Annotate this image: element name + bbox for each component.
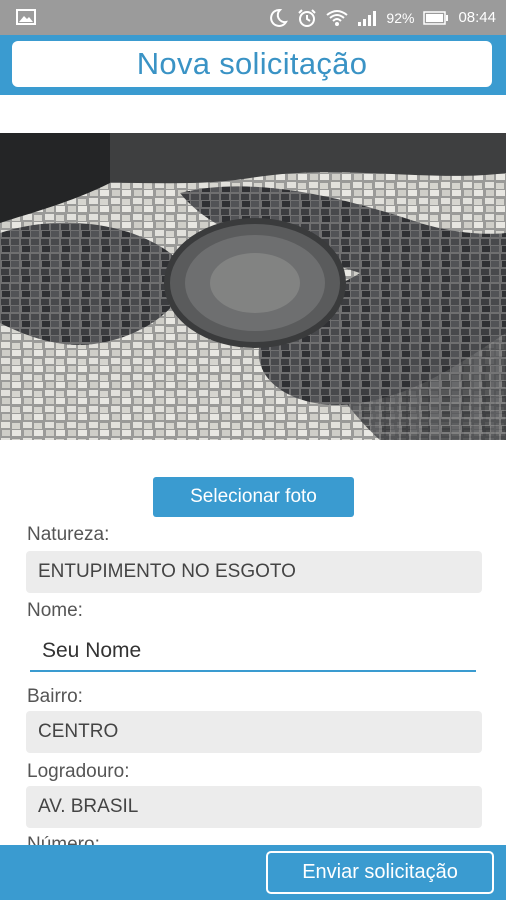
bairro-field[interactable]: CENTRO: [26, 711, 482, 753]
select-photo-button[interactable]: Selecionar foto: [153, 477, 354, 517]
app-header: Nova solicitação: [0, 35, 506, 95]
battery-icon: [423, 10, 449, 25]
page-title: Nova solicitação: [12, 41, 492, 87]
logradouro-field[interactable]: AV. BRASIL: [26, 786, 482, 828]
clock: 08:44: [458, 9, 496, 26]
bairro-label: Bairro:: [27, 686, 83, 707]
nome-label: Nome:: [27, 600, 83, 621]
signal-icon: [357, 10, 377, 26]
logradouro-label: Logradouro:: [27, 761, 130, 782]
moon-icon: [268, 8, 289, 28]
name-input[interactable]: [30, 632, 476, 672]
natureza-label: Natureza:: [27, 524, 110, 545]
natureza-field[interactable]: ENTUPIMENTO NO ESGOTO: [26, 551, 482, 593]
wifi-icon: [326, 9, 349, 27]
status-bar: 92% 08:44: [0, 0, 506, 35]
battery-percent: 92%: [386, 9, 415, 26]
alarm-icon: [297, 8, 317, 28]
selected-photo: [0, 133, 506, 440]
footer-bar: Enviar solicitação: [0, 845, 506, 900]
send-request-button[interactable]: Enviar solicitação: [266, 851, 494, 894]
gallery-icon: [16, 8, 36, 29]
